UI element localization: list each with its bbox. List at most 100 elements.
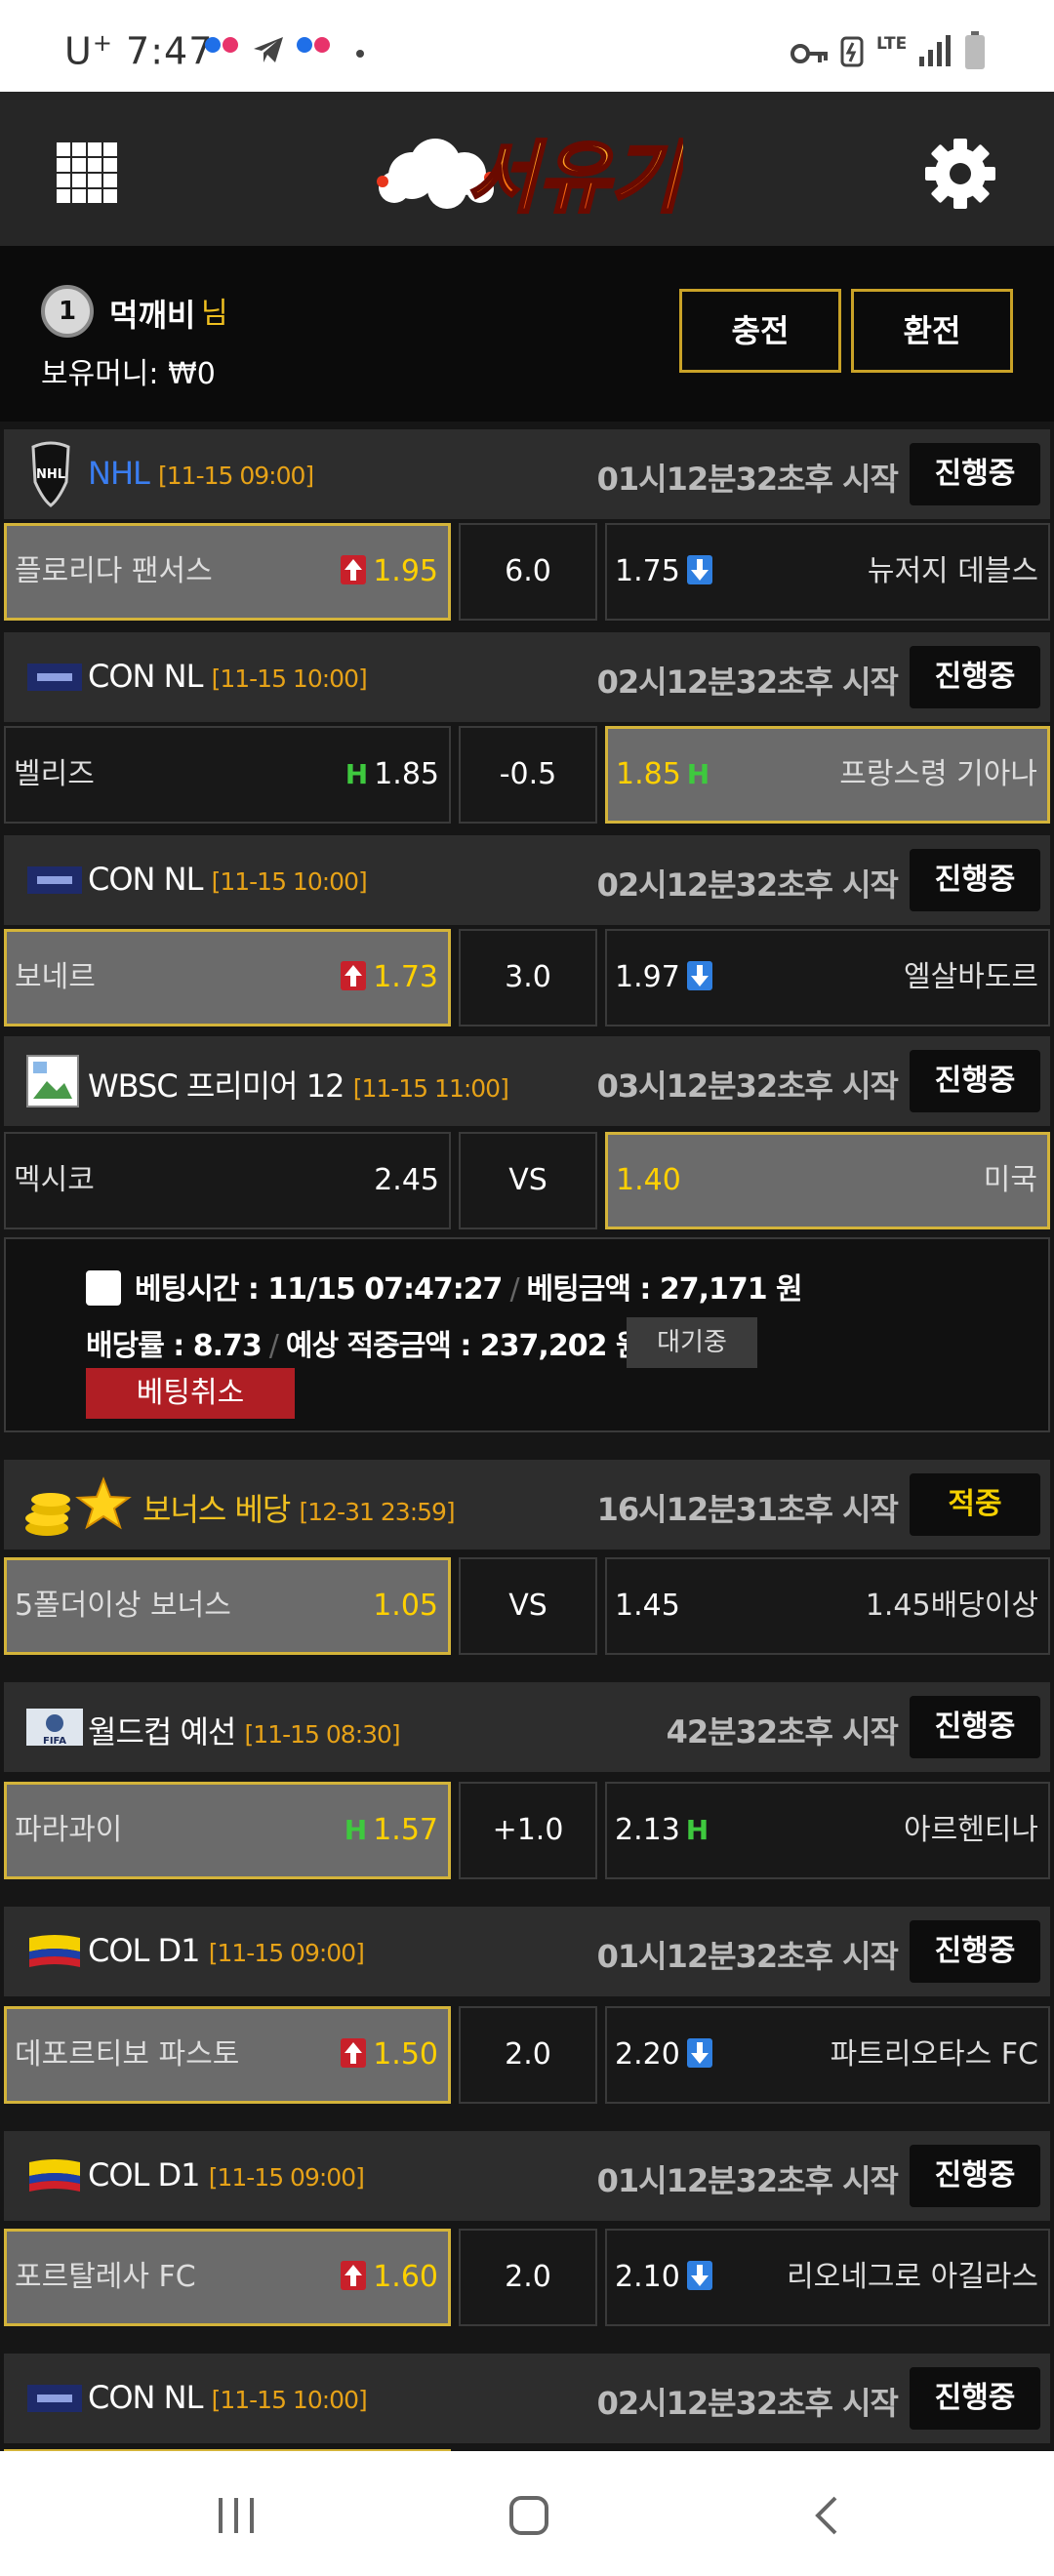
home-odds-button[interactable]: 보네르 1.73 [4,929,451,1026]
league-name: COL D1 [11-15 09:00] [88,1932,365,1969]
away-odds-button[interactable]: 2.20 파트리오타스 FC [605,2006,1050,2104]
up-arrow-icon [341,960,367,990]
up-arrow-icon [341,554,367,584]
away-odds-button[interactable]: 2.13 H 아르헨티나 [605,1782,1050,1879]
up-arrow-icon [341,2037,367,2068]
notification-app-icon [297,37,330,53]
down-arrow-icon [686,554,712,584]
away-odds-button[interactable]: 1.75 뉴저지 데블스 [605,523,1050,621]
odds-row: 보네르 1.73 3.0 1.97 엘살바도르 [0,929,1054,1026]
away-odds-button[interactable]: 2.10 리오네그로 아길라스 [605,2229,1050,2326]
vpn-key-icon [790,44,828,63]
home-icon[interactable] [507,2494,550,2537]
countdown: 02시12분32초후 시작 [596,866,899,904]
down-arrow-icon [686,960,712,990]
match-header: CON NL [11-15 10:00] 02시12분32초후 시작 진행중 [4,835,1050,925]
odds-row: 데포르티보 파스토 1.50 2.0 2.20 파트리오타스 FC [0,2006,1054,2104]
draw-handicap-cell[interactable]: 3.0 [459,929,597,1026]
user-info-bar: 1 먹깨비 님 보유머니: ₩0 충전 환전 [0,246,1054,422]
status-badge: 진행중 [910,1050,1040,1112]
concacaf-logo-icon [27,866,82,894]
site-logo[interactable]: 서유기 [371,117,683,226]
away-odds-button[interactable]: 1.85 H 프랑스령 기아나 [605,726,1050,824]
league-name: CON NL [11-15 10:00] [88,2379,368,2416]
match-header: WBSC 프리미어 12 [11-15 11:00] 03시12분32초후 시작… [4,1036,1050,1126]
odds-row: 파라과이 H 1.57 +1.0 2.13 H 아르헨티나 [0,1782,1054,1879]
status-badge: 진행중 [910,443,1040,505]
league-name: 월드컵 예선 [11-15 08:30] [88,1713,401,1751]
match-header: 보너스 베당 [12-31 23:59] 16시12분31초후 시작 적중 [4,1460,1050,1550]
concacaf-logo-icon [27,2385,82,2412]
handicap-icon: H [344,1814,368,1846]
status-badge: 진행중 [910,1696,1040,1758]
carrier-time: U+ 7:47 [64,29,214,73]
recent-apps-icon[interactable] [215,2496,258,2535]
draw-handicap-cell[interactable]: VS [459,1557,597,1655]
svg-text:NHL: NHL [36,467,65,482]
balance: 보유머니: ₩0 [41,357,216,391]
match-header: FIFA 월드컵 예선 [11-15 08:30] 42분32초후 시작 진행중 [4,1682,1050,1772]
gear-icon[interactable] [921,135,999,213]
draw-handicap-cell[interactable]: 2.0 [459,2006,597,2104]
bet-rate-expected: 배당률 : 8.73/예상 적중금액 : 237,202 원 [86,1329,642,1363]
notification-app-icon [205,37,238,53]
match-header: NHL NHL [11-15 09:00] 01시12분32초후 시작 진행중 [4,429,1050,519]
countdown: 03시12분32초후 시작 [596,1067,899,1105]
league-name: NHL [11-15 09:00] [88,455,314,492]
status-badge: 진행중 [910,2145,1040,2207]
charge-button[interactable]: 충전 [679,289,841,373]
draw-handicap-cell[interactable]: VS [459,1132,597,1229]
back-icon[interactable] [812,2494,841,2537]
draw-handicap-cell[interactable]: 6.0 [459,523,597,621]
network-label: LTE [876,34,908,54]
battery-icon [965,31,985,69]
countdown: 16시12분31초후 시작 [596,1491,899,1528]
bet-time-amount: 베팅시간 : 11/15 07:47:27/베팅금액 : 27,171 원 [135,1272,803,1307]
home-odds-button[interactable]: 파라과이 H 1.57 [4,1782,451,1879]
home-odds-button[interactable]: 포르탈레사 FC 1.60 [4,2229,451,2326]
match-header: COL D1 [11-15 09:00] 01시12분32초후 시작 진행중 [4,2131,1050,2221]
home-odds-button[interactable]: 벨리즈 H 1.85 [4,726,451,824]
league-name: 보너스 베당 [12-31 23:59] [142,1491,456,1528]
league-name: COL D1 [11-15 09:00] [88,2156,365,2194]
match-header: CON NL [11-15 10:00] 02시12분32초후 시작 진행중 [4,632,1050,722]
handicap-icon: H [686,758,710,790]
concacaf-logo-icon [27,664,82,691]
logo-text: 서유기 [466,133,683,223]
more-notifications-dot [356,50,364,58]
home-odds-button[interactable]: 5폴더이상 보너스 1.05 [4,1557,451,1655]
status-bar: U+ 7:47 LTE [0,0,1054,92]
app-header: 서유기 [0,92,1054,246]
odds-row: 플로리다 팬서스 1.95 6.0 1.75 뉴저지 데블스 [0,523,1054,621]
league-name: CON NL [11-15 10:00] [88,658,368,695]
waiting-status-button: 대기중 [627,1317,757,1368]
fifa-logo-icon: FIFA [26,1709,83,1747]
status-badge: 진행중 [910,849,1040,911]
away-odds-button[interactable]: 1.40 미국 [605,1132,1050,1229]
draw-handicap-cell[interactable]: +1.0 [459,1782,597,1879]
colombia-flag-icon [29,2159,80,2192]
colombia-flag-icon [29,1935,80,1967]
home-odds-button[interactable]: 데포르티보 파스토 1.50 [4,2006,451,2104]
bet-select-checkbox[interactable] [86,1270,121,1306]
away-odds-button[interactable]: 1.45 1.45배당이상 [605,1557,1050,1655]
svg-text:FIFA: FIFA [43,1736,66,1747]
odds-row: 5폴더이상 보너스 1.05 VS 1.45 1.45배당이상 [0,1557,1054,1655]
draw-handicap-cell[interactable]: 2.0 [459,2229,597,2326]
signal-icon [919,35,951,66]
coins-star-icon [25,1476,132,1536]
username-suffix: 님 [201,297,228,331]
home-odds-button[interactable]: 플로리다 팬서스 1.95 [4,523,451,621]
system-nav-bar [0,2451,1054,2576]
exchange-button[interactable]: 환전 [851,289,1013,373]
match-header: CON NL [11-15 10:00] 02시12분32초후 시작 진행중 [4,2354,1050,2443]
draw-handicap-cell[interactable]: -0.5 [459,726,597,824]
league-name: CON NL [11-15 10:00] [88,861,368,898]
odds-row: 벨리즈 H 1.85 -0.5 1.85 H 프랑스령 기아나 [0,726,1054,824]
away-odds-button[interactable]: 1.97 엘살바도르 [605,929,1050,1026]
home-odds-button[interactable]: 멕시코 2.45 [4,1132,451,1229]
league-name: WBSC 프리미어 12 [11-15 11:00] [88,1067,509,1105]
cancel-bet-button[interactable]: 베팅취소 [86,1368,295,1419]
broken-image-icon [26,1055,79,1107]
grid-menu-icon[interactable] [57,142,117,203]
